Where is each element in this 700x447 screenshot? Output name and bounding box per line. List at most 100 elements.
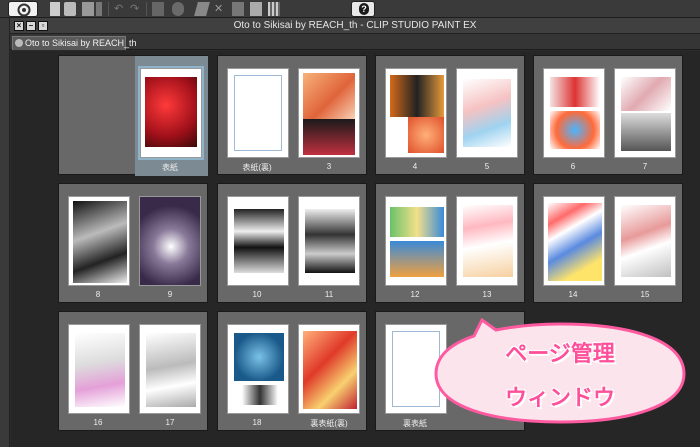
deselect-icon[interactable]: ✕ [214,2,226,16]
page-artwork [390,75,444,117]
page-artwork [303,119,355,155]
page-thumbnail-back-cover-back[interactable] [298,324,360,414]
page-artwork [463,205,513,277]
crop-icon[interactable] [250,2,262,16]
page-label: 7 [642,162,648,171]
page-artwork [548,203,602,281]
spread-cover[interactable]: 表紙 [58,55,208,176]
page-thumbnail-8[interactable] [68,196,130,286]
page-artwork [305,209,355,273]
callout-title-line2: ウィンドウ [504,386,615,411]
page-label: 14 [568,290,578,299]
page-label: 18 [252,418,262,427]
page-thumbnail-14[interactable] [543,196,605,286]
page-label: 17 [165,418,175,427]
page-label: 8 [95,290,101,299]
tab-label: Oto to Sikisai by REACH_th [25,38,137,48]
page-artwork [146,333,196,407]
spread-14-15[interactable]: 14 15 [533,183,683,303]
page-artwork [390,241,444,277]
main-toolbar: ↶ ↷ ✕ ? [0,0,700,18]
page-thumbnail-cover[interactable] [138,66,204,160]
page-thumbnail-6[interactable] [543,68,605,158]
page-artwork [234,209,284,273]
window-title: Oto to Sikisai by REACH_th - CLIP STUDIO… [233,20,477,31]
callout-title-line1: ページ管理 [505,342,615,367]
page-thumbnail-11[interactable] [298,196,360,286]
document-tab[interactable]: Oto to Sikisai by REACH_th [12,36,137,50]
spread-12-13[interactable]: 12 13 [375,183,525,303]
page-artwork [145,77,197,147]
page-artwork [621,77,671,111]
page-artwork [621,113,671,151]
page-thumbnail-16[interactable] [68,324,130,414]
page-artwork [242,385,278,405]
save-icon[interactable] [82,2,94,16]
page-artwork [75,333,125,407]
new-file-icon[interactable] [50,2,60,16]
undo-icon[interactable]: ↶ [114,2,126,16]
page-label: 裏表紙(裏) [310,419,348,428]
clear-icon[interactable] [152,2,164,16]
page-thumbnail-5[interactable] [456,68,518,158]
left-panel-strip [0,18,10,447]
page-artwork [303,331,357,409]
page-label: 3 [326,162,332,171]
page-label: 5 [484,162,490,171]
spread-16-17[interactable]: 16 17 [58,311,208,431]
page-artwork [140,197,200,285]
page-thumbnail-9[interactable] [139,196,201,286]
document-tab-bar: Oto to Sikisai by REACH_th [10,34,700,50]
invert-selection-icon[interactable] [232,2,244,16]
spread-8-9[interactable]: 8 9 [58,183,208,303]
page-artwork [463,79,511,147]
spread-6-7[interactable]: 6 7 [533,55,683,175]
page-thumbnail-15[interactable] [614,196,676,286]
page-label: 10 [252,290,262,299]
page-artwork [234,333,284,381]
fill-icon[interactable] [194,2,210,16]
page-label: 15 [640,290,650,299]
page-label: 11 [324,290,334,299]
page-thumbnail-3[interactable] [298,68,360,158]
help-icon: ? [359,3,369,15]
annotation-callout: ページ管理 ウィンドウ [430,318,690,426]
page-thumbnail-cover-back[interactable] [227,68,289,158]
page-artwork [73,201,127,283]
page-artwork [390,207,444,237]
spread-4-5[interactable]: 4 5 [375,55,525,175]
page-label: 6 [570,162,576,171]
redo-icon[interactable]: ↷ [130,2,142,16]
page-label: 表紙 [162,163,178,172]
grid-icon[interactable] [268,2,280,16]
page-thumbnail-13[interactable] [456,196,518,286]
page-thumbnail-10[interactable] [227,196,289,286]
page-label: 12 [410,290,420,299]
page-label: 13 [482,290,492,299]
open-folder-icon[interactable] [64,2,76,16]
spread-18-back-cover-back[interactable]: 18 裏表紙(裏) [217,311,367,431]
help-button[interactable]: ? [351,1,375,17]
spread-cover-back-3[interactable]: 表紙(裏) 3 [217,55,367,175]
page-thumbnail-12[interactable] [385,196,447,286]
spread-10-11[interactable]: 10 11 [217,183,367,303]
clip-studio-logo-button[interactable] [8,1,38,17]
window-titlebar: × – ▫ Oto to Sikisai by REACH_th - CLIP … [10,18,700,34]
clip-studio-icon [17,3,31,17]
page-label: 16 [93,418,103,427]
page-artwork [621,205,671,277]
transform-icon[interactable] [172,2,184,16]
page-artwork [550,111,600,149]
page-label: 9 [167,290,173,299]
page-artwork [550,77,600,107]
tab-close-icon[interactable] [15,39,23,47]
save-dropdown-icon[interactable] [96,2,102,16]
page-label: 4 [412,162,418,171]
page-label: 表紙(裏) [242,163,272,172]
page-thumbnail-18[interactable] [227,324,289,414]
page-thumbnail-4[interactable] [385,68,447,158]
page-guide [234,75,282,151]
page-thumbnail-17[interactable] [139,324,201,414]
toolbar-separator [146,2,147,16]
page-thumbnail-7[interactable] [614,68,676,158]
